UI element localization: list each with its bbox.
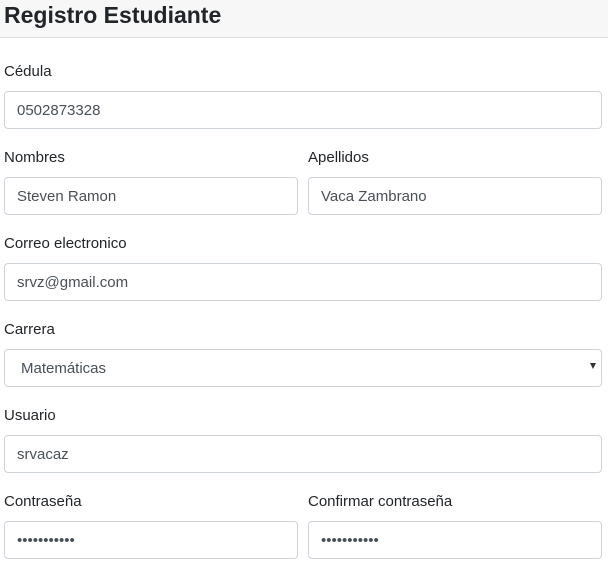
chevron-down-icon (590, 363, 596, 369)
contrasena-input[interactable] (4, 521, 298, 559)
page-header: Registro Estudiante (0, 0, 608, 38)
page-title: Registro Estudiante (4, 2, 222, 28)
usuario-input[interactable] (4, 435, 602, 473)
carrera-label: Carrera (4, 321, 55, 338)
confirmar-input[interactable] (308, 521, 602, 559)
confirmar-label: Confirmar contraseña (308, 493, 453, 510)
carrera-select[interactable]: Matemáticas (4, 349, 602, 387)
cedula-input[interactable] (4, 91, 602, 129)
apellidos-label: Apellidos (308, 149, 369, 166)
nombres-input[interactable] (4, 177, 298, 215)
carrera-selected-value: Matemáticas (21, 360, 107, 377)
usuario-label: Usuario (4, 407, 56, 424)
apellidos-input[interactable] (308, 177, 602, 215)
cedula-label: Cédula (4, 63, 52, 80)
correo-label: Correo electronico (4, 235, 127, 252)
correo-input[interactable] (4, 263, 602, 301)
contrasena-label: Contraseña (4, 493, 82, 510)
nombres-label: Nombres (4, 149, 65, 166)
